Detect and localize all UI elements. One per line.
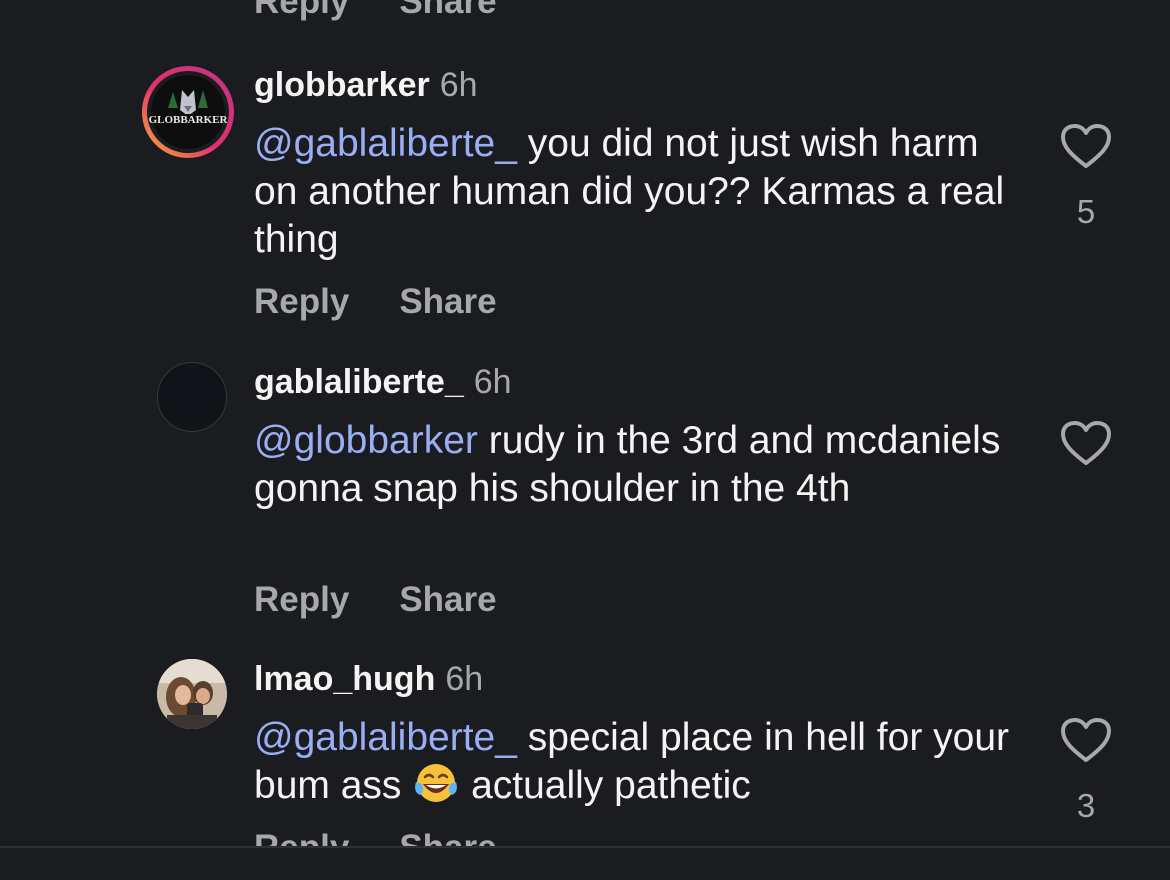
timestamp: 6h (445, 660, 484, 698)
mention-link[interactable]: @gablaliberte_ (254, 716, 517, 759)
logo-text: GLOBBARKER (149, 114, 229, 126)
mention-link[interactable]: @globbarker (254, 419, 478, 462)
previous-comment-actions: Reply Share (254, 0, 497, 22)
username[interactable]: globbarker (254, 66, 430, 104)
reply-button[interactable]: Reply (254, 282, 349, 321)
globbarker-logo-icon: GLOBBARKER (142, 66, 234, 158)
comment-header: gablaliberte_ 6h (254, 363, 512, 402)
timestamp: 6h (439, 66, 478, 104)
face-with-tears-of-joy-icon (415, 764, 458, 802)
comment-header: globbarker 6h (254, 66, 478, 105)
comment-text: @globbarker rudy in the 3rd and mcdaniel… (254, 417, 1014, 513)
timestamp: 6h (473, 363, 512, 401)
comment-header: lmao_hugh 6h (254, 660, 483, 699)
heart-icon[interactable] (1058, 716, 1114, 766)
comment-actions: Reply Share (254, 282, 497, 322)
username[interactable]: lmao_hugh (254, 660, 435, 698)
heart-icon[interactable] (1058, 122, 1114, 172)
bottom-bar (0, 846, 1170, 880)
comments-screen: Reply Share GLOBBARKER globbarker 6h @ga… (0, 0, 1170, 880)
avatar[interactable] (157, 659, 227, 729)
share-button[interactable]: Share (399, 282, 496, 321)
reply-button[interactable]: Reply (254, 0, 349, 21)
username[interactable]: gablaliberte_ (254, 363, 464, 401)
avatar[interactable] (157, 362, 227, 432)
profile-photo-icon (157, 659, 227, 729)
reply-button[interactable]: Reply (254, 580, 349, 619)
avatar[interactable]: GLOBBARKER (140, 64, 236, 160)
comment-text: @gablaliberte_ special place in hell for… (254, 714, 1014, 810)
share-button[interactable]: Share (399, 580, 496, 619)
comment-text: @gablaliberte_ you did not just wish har… (254, 120, 1014, 264)
like-count: 5 (1076, 193, 1096, 230)
comment-body-end: actually pathetic (460, 764, 751, 807)
share-button[interactable]: Share (399, 0, 496, 21)
comment-actions: Reply Share (254, 580, 497, 620)
heart-icon[interactable] (1058, 419, 1114, 469)
like-count: 3 (1076, 787, 1096, 824)
mention-link[interactable]: @gablaliberte_ (254, 122, 517, 165)
